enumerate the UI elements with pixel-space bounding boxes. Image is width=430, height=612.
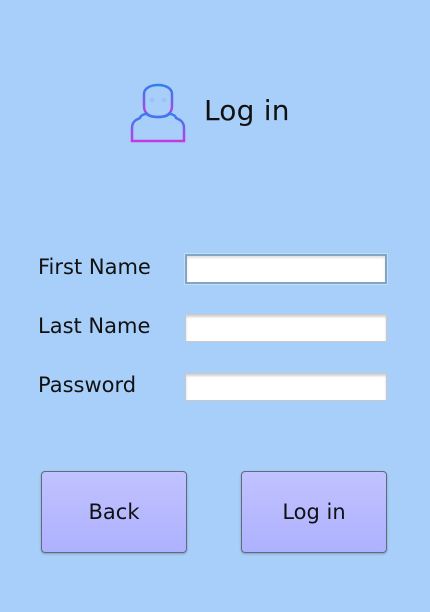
page-title: Log in (204, 94, 290, 127)
last-name-label: Last Name (38, 314, 151, 338)
back-button[interactable]: Back (41, 471, 187, 553)
password-label: Password (38, 373, 137, 397)
login-button[interactable]: Log in (241, 471, 387, 553)
last-name-field[interactable] (185, 314, 387, 342)
password-field[interactable] (185, 373, 387, 401)
first-name-label: First Name (38, 255, 151, 279)
user-avatar-icon (130, 83, 186, 143)
login-header: Log in (128, 76, 290, 144)
first-name-field[interactable] (185, 254, 387, 284)
